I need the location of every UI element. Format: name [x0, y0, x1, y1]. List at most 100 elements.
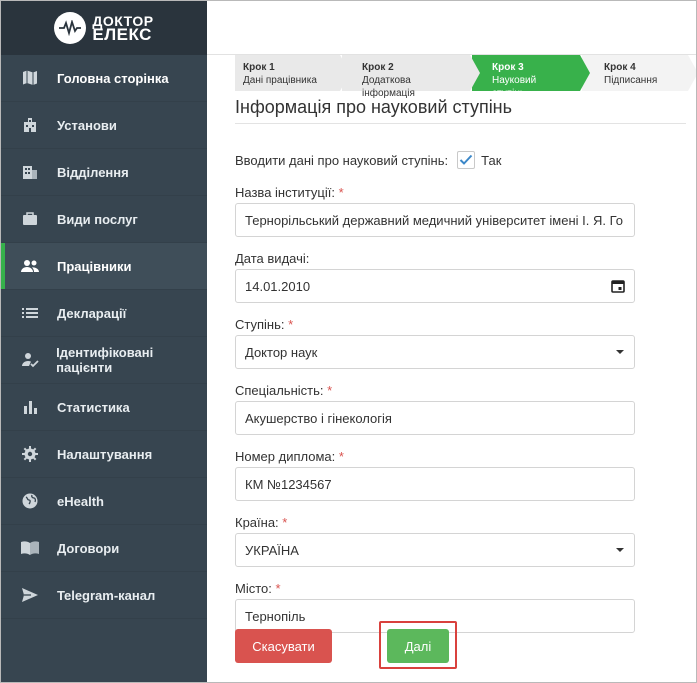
- send-icon: [19, 584, 41, 606]
- sidebar-item-label: Установи: [57, 117, 117, 133]
- required-mark: *: [275, 581, 281, 596]
- sidebar-item-ehealth[interactable]: eHealth: [1, 478, 207, 525]
- city-label: Місто: *: [235, 581, 635, 596]
- sidebar-item-departments[interactable]: Відділення: [1, 149, 207, 196]
- sidebar-item-label: Ідентифіковані пацієнти: [56, 345, 154, 375]
- main-content: Крок 1 Дані працівника Крок 2 Додаткова …: [207, 1, 696, 682]
- sidebar-item-home[interactable]: Головна сторінка: [1, 55, 207, 102]
- issue-date-input[interactable]: 14.01.2010: [235, 269, 635, 303]
- sidebar-nav: Головна сторінка Установи Відділення Вид…: [1, 55, 207, 619]
- step-title: Крок 2: [362, 62, 394, 73]
- calendar-icon[interactable]: [611, 279, 625, 293]
- required-mark: *: [288, 317, 294, 332]
- sidebar-item-label: Відділення: [57, 164, 129, 180]
- enter-degree-checkbox[interactable]: [457, 151, 476, 169]
- sidebar-item-label: Декларації: [57, 305, 127, 321]
- check-icon: [459, 154, 473, 165]
- required-mark: *: [338, 185, 344, 200]
- country-label: Країна: *: [235, 515, 635, 530]
- map-icon: [19, 67, 41, 89]
- brand-line2: ЕЛЕКС: [92, 25, 152, 44]
- cancel-button[interactable]: Скасувати: [235, 629, 332, 663]
- enter-degree-row: Вводити дані про науковий ступінь: Так: [235, 151, 635, 169]
- enter-degree-checkbox-label[interactable]: Так: [481, 153, 501, 168]
- sidebar-item-label: Працівники: [57, 258, 132, 274]
- step-title: Крок 4: [604, 62, 636, 73]
- user-check-icon: [19, 349, 40, 371]
- sidebar-item-institutions[interactable]: Установи: [1, 102, 207, 149]
- sidebar-item-settings[interactable]: Налаштування: [1, 431, 207, 478]
- label-text: Ступінь:: [235, 317, 285, 332]
- title-divider: [235, 123, 686, 124]
- office-icon: [19, 161, 41, 183]
- country-select[interactable]: УКРАЇНА: [235, 533, 635, 567]
- top-bar: [207, 1, 696, 55]
- label-text: Номер диплома:: [235, 449, 336, 464]
- people-icon: [19, 255, 41, 277]
- input-value: Тернорільський державний медичний універ…: [245, 212, 623, 228]
- step-3-active[interactable]: Крок 3 Науковий ступінь: [472, 55, 590, 99]
- institution-input[interactable]: Тернорільський державний медичний універ…: [235, 203, 635, 237]
- sidebar-item-label: Договори: [57, 540, 120, 556]
- sidebar-item-telegram[interactable]: Telegram-канал: [1, 572, 207, 619]
- bar-chart-icon: [19, 396, 41, 418]
- sidebar-item-label: Види послуг: [57, 211, 138, 227]
- logo-pulse-icon: [54, 12, 87, 44]
- sidebar-item-statistics[interactable]: Статистика: [1, 384, 207, 431]
- select-value: УКРАЇНА: [245, 542, 299, 558]
- sidebar-item-identified-patients[interactable]: Ідентифіковані пацієнти: [1, 337, 207, 384]
- required-mark: *: [338, 449, 344, 464]
- step-2[interactable]: Крок 2 Додаткова інформація: [342, 55, 480, 99]
- globe-icon: [19, 490, 41, 512]
- input-value: Акушерство і гінекологія: [245, 410, 392, 426]
- specialty-input[interactable]: Акушерство і гінекологія: [235, 401, 635, 435]
- caret-down-icon: [615, 547, 625, 553]
- caret-down-icon: [615, 349, 625, 355]
- label-text: Спеціальність:: [235, 383, 324, 398]
- sidebar-item-label: eHealth: [57, 493, 104, 509]
- degree-form: Вводити дані про науковий ступінь: Так Н…: [235, 151, 635, 633]
- briefcase-icon: [19, 208, 41, 230]
- enter-degree-label: Вводити дані про науковий ступінь:: [235, 152, 449, 168]
- input-value: КМ №1234567: [245, 476, 332, 492]
- book-icon: [19, 537, 41, 559]
- diploma-input[interactable]: КМ №1234567: [235, 467, 635, 501]
- degree-select[interactable]: Доктор наук: [235, 335, 635, 369]
- degree-label: Ступінь: *: [235, 317, 635, 332]
- brand-name: ДОКТОР ЕЛЕКС: [92, 14, 153, 44]
- diploma-label: Номер диплома: *: [235, 449, 635, 464]
- input-value: 14.01.2010: [245, 278, 311, 294]
- select-value: Доктор наук: [245, 344, 318, 360]
- issue-date-label: Дата видачі:: [235, 251, 310, 266]
- step-subtitle: Дані працівника: [243, 75, 317, 86]
- list-icon: [19, 302, 41, 324]
- institution-label: Назва інституції: *: [235, 185, 635, 200]
- step-title: Крок 3: [492, 62, 524, 73]
- required-mark: *: [282, 515, 288, 530]
- step-1[interactable]: Крок 1 Дані працівника: [235, 55, 350, 91]
- wizard-stepper: Крок 1 Дані працівника Крок 2 Додаткова …: [235, 55, 696, 99]
- step-title: Крок 1: [243, 62, 275, 73]
- sidebar-item-declarations[interactable]: Декларації: [1, 290, 207, 337]
- label-text: Назва інституції:: [235, 185, 335, 200]
- step-4[interactable]: Крок 4 Підписання: [582, 55, 696, 91]
- page-title: Інформація про науковий ступінь: [235, 97, 513, 117]
- sidebar-item-employees[interactable]: Працівники: [1, 243, 207, 290]
- label-text: Країна:: [235, 515, 279, 530]
- sidebar-item-contracts[interactable]: Договори: [1, 525, 207, 572]
- step-subtitle: Підписання: [604, 75, 658, 86]
- next-button[interactable]: Далі: [387, 629, 449, 663]
- sidebar-item-label: Головна сторінка: [57, 70, 169, 86]
- sidebar: ДОКТОР ЕЛЕКС Головна сторінка Установи В…: [1, 1, 207, 682]
- specialty-label: Спеціальність: *: [235, 383, 635, 398]
- sidebar-item-services[interactable]: Види послуг: [1, 196, 207, 243]
- required-mark: *: [327, 383, 333, 398]
- gear-icon: [19, 443, 41, 465]
- brand-logo[interactable]: ДОКТОР ЕЛЕКС: [1, 1, 207, 55]
- building-icon: [19, 114, 41, 136]
- label-text: Місто:: [235, 581, 272, 596]
- sidebar-item-label: Статистика: [57, 399, 130, 415]
- sidebar-item-label: Налаштування: [57, 446, 153, 462]
- sidebar-item-label: Telegram-канал: [57, 587, 156, 603]
- app-window: ДОКТОР ЕЛЕКС Головна сторінка Установи В…: [0, 0, 697, 683]
